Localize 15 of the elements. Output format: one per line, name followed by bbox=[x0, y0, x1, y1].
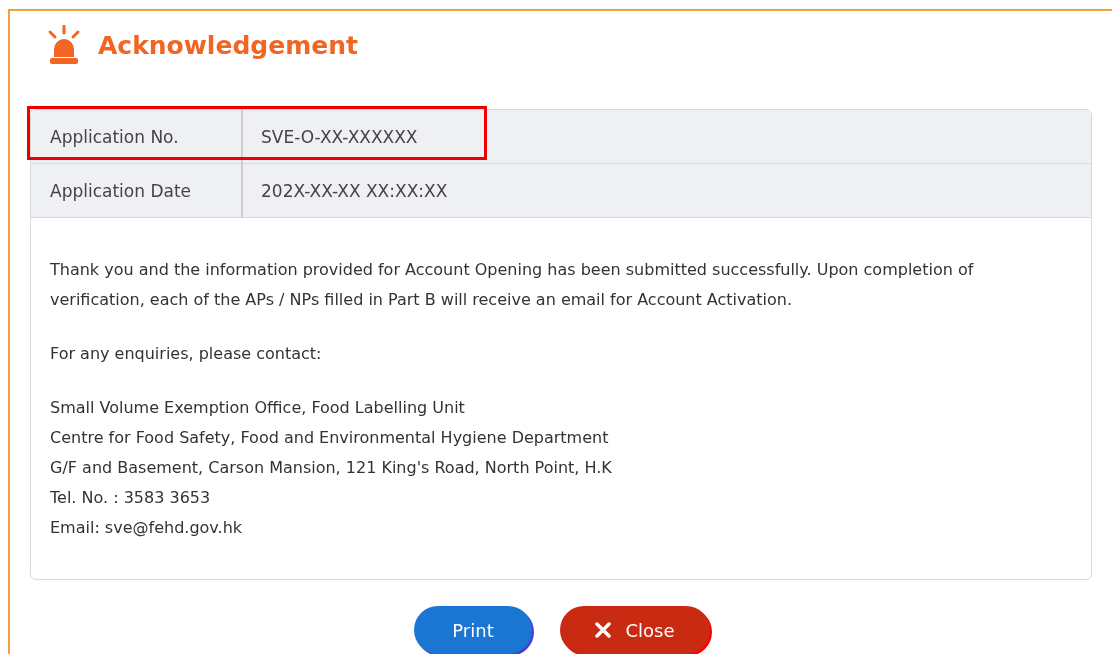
contact-line: Tel. No. : 3583 3653 bbox=[50, 487, 212, 509]
table-cell-text: SVE-O-XX-XXXXXX bbox=[260, 125, 418, 149]
table-cell: Application Date bbox=[31, 164, 243, 217]
contact-line: Email: sve@fehd.gov.hk bbox=[50, 517, 244, 539]
alarm-light-icon bbox=[46, 25, 82, 65]
close-icon bbox=[595, 622, 612, 638]
print-button[interactable]: Print bbox=[414, 606, 532, 654]
contact-line: Small Volume Exemption Office, Food Labelling Unit bbox=[50, 397, 466, 419]
table-cell-text: 202X-XX-XX XX:XX:XX bbox=[260, 179, 448, 203]
dialog-title: Acknowledgement bbox=[98, 30, 358, 60]
contact-line: Centre for Food Safety, Food and Environmental Hygiene Department bbox=[50, 427, 610, 449]
contact-line: G/F and Basement, Carson Mansion, 121 King's Road, North Point, H.K bbox=[50, 457, 613, 479]
close-button[interactable]: Close bbox=[560, 606, 710, 654]
message-text: Thank you and the information provided for Account Opening has been submitted successfully. Upon completion of verification, each of the APs / NPs filled in Part B will receive an email for Account Activation. bbox=[50, 259, 975, 311]
message-text: For any enquiries, please contact: bbox=[50, 343, 323, 365]
